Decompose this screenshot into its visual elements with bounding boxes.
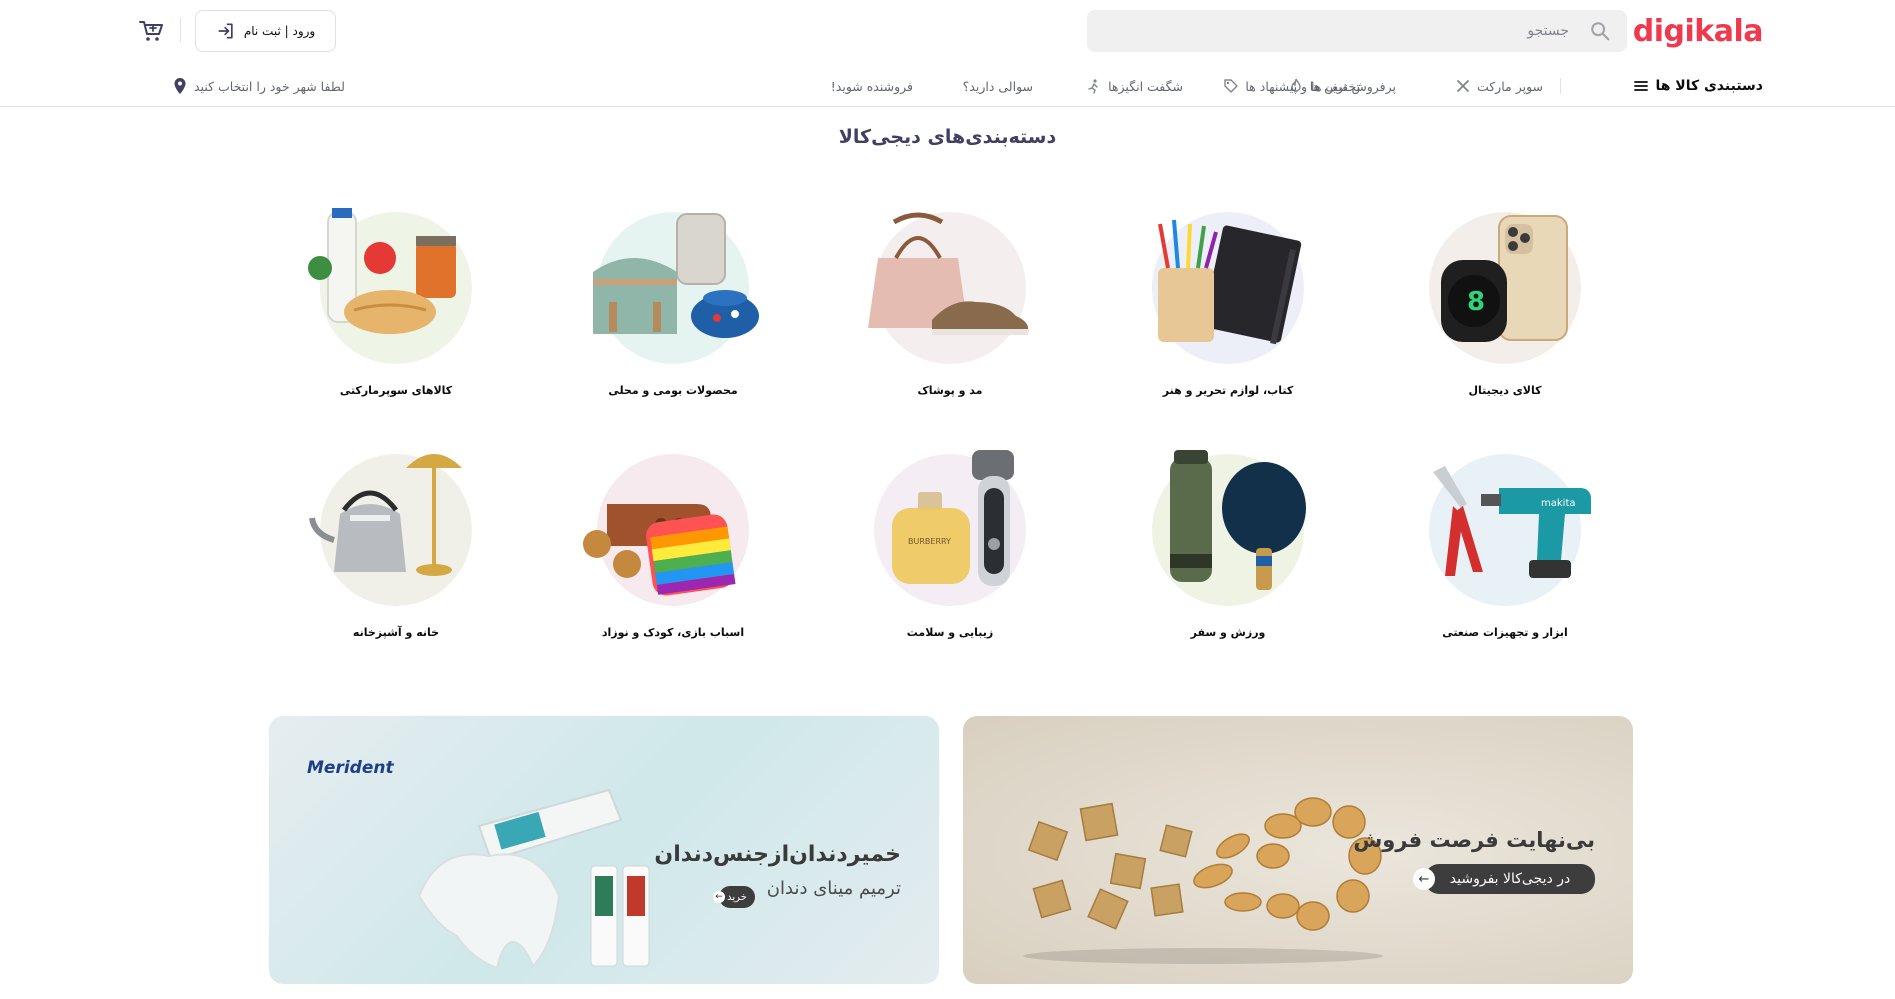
- handbag-shoe-image: [868, 212, 1029, 335]
- nav-item-label: سوالی دارید؟: [962, 78, 1033, 94]
- seller-banner[interactable]: بی‌نهایت فرصت فروش در دیجی‌کالا بفروشید …: [963, 716, 1633, 984]
- category-label: محصولات بومی و محلی: [608, 384, 738, 397]
- category-label: خانه و آشپزخانه: [352, 626, 440, 639]
- cart-icon[interactable]: [138, 18, 164, 44]
- nav-item-offers[interactable]: تخفیف ها و پیشنهاد ها: [1223, 70, 1360, 102]
- login-label: ورود | ثبت نام: [243, 24, 316, 38]
- nav-item-label: سوپر مارکت: [1476, 78, 1543, 94]
- banner-right-title: بی‌نهایت فرصت فروش: [1353, 828, 1595, 852]
- category-books-stationery[interactable]: کتاب، لوازم تحریر و هنر: [1112, 212, 1342, 412]
- banner-left-subtitle: ترمیم مینای دندان: [766, 878, 901, 899]
- arrow-left-icon: ←: [1413, 868, 1435, 890]
- notebook-pencils-image: [1158, 219, 1302, 345]
- nav-item-label: فروشنده شوید!: [830, 78, 913, 94]
- nav-item-label: تخفیف ها و پیشنهاد ها: [1245, 78, 1360, 94]
- banner-right-cta[interactable]: در دیجی‌کالا بفروشید: [1425, 864, 1595, 894]
- svg-text:BURBERRY: BURBERRY: [908, 537, 951, 546]
- section-title: دسته‌بندی‌های دیجی‌کالا: [838, 126, 1057, 148]
- arrow-left-icon: ←: [713, 891, 725, 903]
- nav-categories[interactable]: دستبندی کالا ها: [1633, 70, 1763, 102]
- city-label: لطفا شهر خود را انتخاب کنید: [194, 78, 345, 94]
- site-header: digikala ورود | ثبت نام دستبندی کالا ها: [0, 0, 1895, 107]
- category-label: ورزش و سفر: [1190, 626, 1266, 639]
- category-supermarket[interactable]: کالاهای سوپرمارکتی: [280, 208, 510, 412]
- local-products-image: [593, 213, 759, 338]
- nav-categories-label: دستبندی کالا ها: [1655, 78, 1763, 94]
- search-input[interactable]: [1129, 10, 1569, 52]
- category-beauty-health[interactable]: BURBERRY زیبایی و سلامت: [834, 450, 1064, 654]
- nav-item-supermarket[interactable]: سوپر مارکت: [1455, 70, 1543, 102]
- category-label: ابزار و تجهیزات صنعتی: [1442, 626, 1568, 639]
- category-toys-kids[interactable]: اسباب بازی، کودک و نوزاد: [557, 454, 787, 654]
- search-icon: [1591, 22, 1610, 41]
- category-label: کالاهای سوپرمارکتی: [339, 384, 453, 397]
- supermarket-icon: [1457, 80, 1469, 92]
- category-local-products[interactable]: محصولات بومی و محلی: [557, 212, 787, 412]
- banner-left-title: خمیردندان‌ازجنس‌دندان: [654, 842, 901, 867]
- svg-text:8: 8: [1467, 287, 1485, 317]
- toothpaste-banner[interactable]: Merident خمیردندان‌ازجنس‌دندان ترمیم مین…: [269, 716, 939, 984]
- smartphone-watch-image: 8: [1441, 215, 1568, 342]
- category-digital[interactable]: 8 کالای دیجیتال: [1389, 212, 1619, 412]
- merident-logo: Merident: [307, 758, 394, 778]
- category-label: اسباب بازی، کودک و نوزاد: [601, 626, 745, 639]
- city-selector[interactable]: لطفا شهر خود را انتخاب کنید: [172, 70, 345, 102]
- boxes-coins-image: [1023, 797, 1383, 964]
- kettle-lamp-image: [309, 454, 462, 576]
- toothpaste-product-image: [417, 788, 650, 970]
- login-button[interactable]: ورود | ثبت نام: [195, 10, 336, 52]
- category-home-kitchen[interactable]: خانه و آشپزخانه: [280, 454, 510, 654]
- nav-item-faq[interactable]: سوالی دارید؟: [963, 70, 1033, 102]
- perfume-shaver-image: BURBERRY: [892, 450, 1014, 586]
- nav-item-become-seller[interactable]: فروشنده شوید!: [831, 70, 913, 102]
- category-fashion[interactable]: مد و پوشاک: [834, 212, 1064, 412]
- groceries-image: [308, 208, 456, 334]
- toys-image: [583, 504, 736, 596]
- nav-divider: [1560, 78, 1561, 94]
- login-icon: [218, 23, 233, 39]
- banner-left-cta-label: خرید: [727, 891, 747, 903]
- digikala-logo[interactable]: digikala: [1633, 14, 1764, 49]
- svg-text:makita: makita: [1541, 498, 1576, 509]
- tag-icon: [1224, 79, 1239, 93]
- nav-item-label: شگفت انگیزها: [1108, 78, 1183, 94]
- category-label: مد و پوشاک: [917, 384, 983, 397]
- category-label: کتاب، لوازم تحریر و هنر: [1162, 384, 1294, 397]
- search-box[interactable]: [1087, 10, 1627, 52]
- amazing-icon: [1088, 79, 1098, 94]
- location-pin-icon: [174, 78, 186, 94]
- nav-item-amazing[interactable]: شگفت انگیزها: [1086, 70, 1183, 102]
- banner-right-cta-label: در دیجی‌کالا بفروشید: [1449, 871, 1571, 887]
- hamburger-icon: [1634, 81, 1649, 91]
- drill-pliers-image: makita: [1433, 466, 1591, 578]
- header-divider: [180, 18, 181, 42]
- category-sports-travel[interactable]: ورزش و سفر: [1112, 450, 1342, 654]
- category-label: زیبایی و سلامت: [906, 626, 994, 639]
- category-industrial-tools[interactable]: makita ابزار و تجهیزات صنعتی: [1389, 454, 1619, 654]
- category-label: کالای دیجیتال: [1468, 384, 1542, 397]
- thermos-paddle-image: [1170, 450, 1306, 590]
